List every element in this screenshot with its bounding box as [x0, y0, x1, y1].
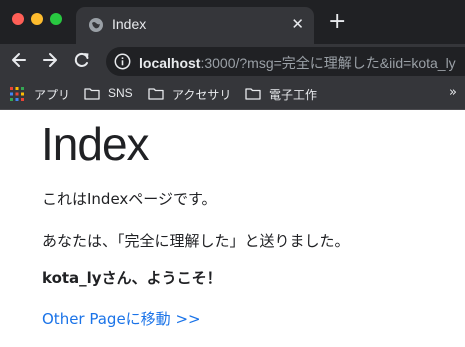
globe-icon [89, 18, 103, 32]
bookmark-label: アプリ [34, 88, 71, 102]
apps-grid-icon [10, 87, 24, 101]
folder-icon [245, 88, 261, 100]
page-heading: Index [41, 118, 150, 170]
url-path: :3000/?msg=完全に理解した&iid=kota_ly [200, 55, 456, 71]
back-arrow-icon[interactable] [9, 50, 29, 70]
other-page-link[interactable]: Other Pageに移動 >> [42, 308, 201, 329]
message-text: あなたは、「完全に理解した」と送りました。 [42, 232, 350, 250]
minimize-window-button[interactable] [31, 13, 43, 25]
info-icon[interactable] [114, 53, 131, 70]
reload-icon[interactable] [72, 50, 92, 70]
tab-index[interactable]: Index ✕ [76, 7, 314, 44]
bookmark-label: SNS [108, 86, 133, 100]
fullscreen-window-button[interactable] [50, 13, 62, 25]
url-host: localhost [139, 55, 201, 71]
bookmark-label: 電子工作 [269, 88, 318, 102]
bookmarks-bar: アプリ SNS アクセサリ 電子工作 » [0, 79, 465, 110]
tab-strip: Index ✕ + [0, 0, 465, 44]
forward-arrow-icon[interactable] [40, 50, 60, 70]
close-window-button[interactable] [12, 13, 24, 25]
intro-text: これはIndexページです。 [42, 190, 217, 208]
bookmark-label: アクセサリ [172, 88, 232, 102]
browser-chrome: Index ✕ + localhost:3000/?msg=完全に理解した&ii… [0, 0, 465, 110]
tab-title: Index [112, 16, 147, 32]
more-bookmarks-button[interactable]: » [449, 85, 457, 100]
greeting-text: kota_lyさん、ようこそ！ [42, 269, 222, 287]
folder-icon [84, 88, 100, 100]
address-bar[interactable]: localhost:3000/?msg=完全に理解した&iid=kota_ly [106, 47, 465, 76]
folder-icon [148, 88, 164, 100]
new-tab-button[interactable]: + [328, 11, 346, 33]
close-tab-button[interactable]: ✕ [291, 15, 304, 33]
toolbar: localhost:3000/?msg=完全に理解した&iid=kota_ly [0, 44, 465, 79]
url-text: localhost:3000/?msg=完全に理解した&iid=kota_ly [139, 53, 456, 73]
page-content: Index これはIndexページです。 あなたは、「完全に理解した」と送りまし… [0, 110, 465, 347]
